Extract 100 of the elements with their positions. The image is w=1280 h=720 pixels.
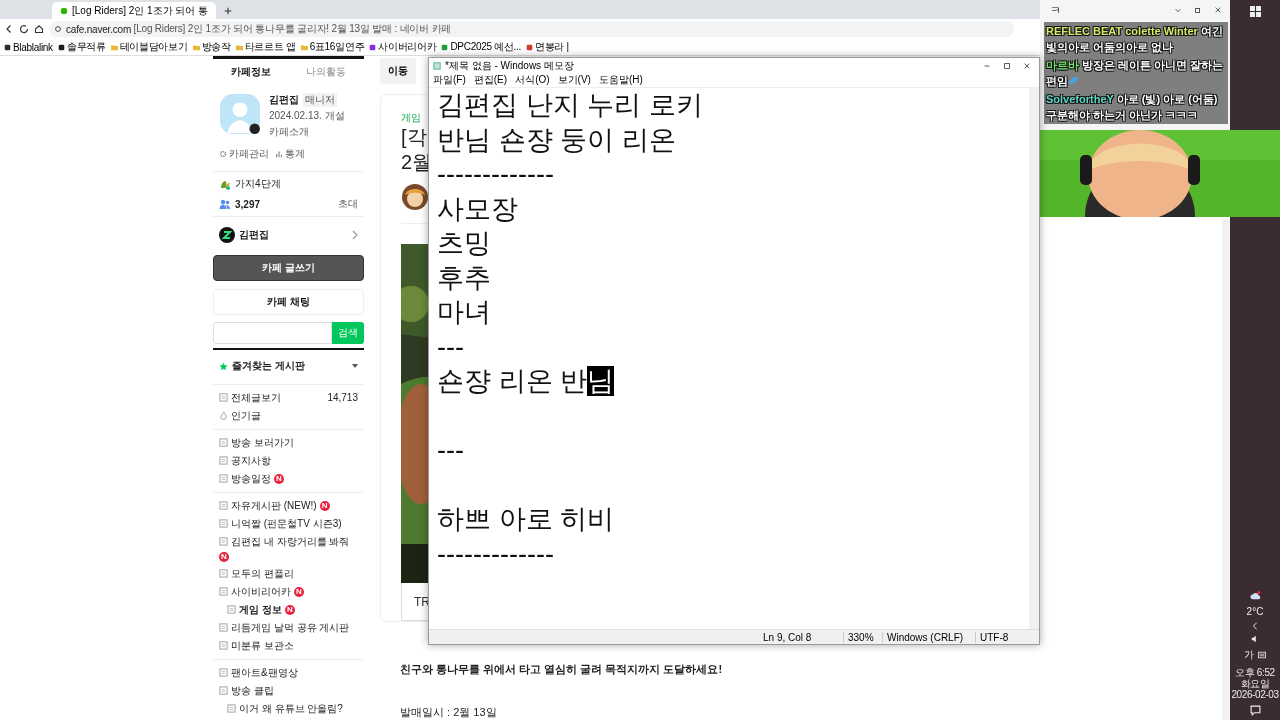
cursor-position: Ln 9, Col 8: [762, 631, 813, 643]
text-line: ---: [437, 434, 465, 467]
chat-message: SolveforthеY 아로 (빛) 아로 (어둠) 구분해야 하는거 아닌가 ㅋㅋㅋ: [1046, 92, 1219, 123]
new-tab-icon[interactable]: [224, 7, 233, 15]
menu-item[interactable]: 서식(O): [515, 73, 550, 87]
bookmark[interactable]: Blablalink: [4, 41, 53, 53]
text-line: -------------: [437, 158, 555, 191]
chevron-right-icon[interactable]: [352, 230, 358, 241]
reload-icon[interactable]: [19, 24, 29, 34]
board-link[interactable]: 모두의 편플리: [231, 568, 294, 581]
board-link[interactable]: 이거 왜 유튜브 안올림?: [239, 703, 343, 715]
board-link[interactable]: 방송일정: [231, 473, 271, 486]
bookmark[interactable]: 솔무적류: [57, 40, 106, 54]
menu-item[interactable]: 편집(E): [473, 73, 508, 87]
address-field[interactable]: cafe.naver.com [Log Riders] 2인 1조가 되어 통나무를 굴리자! 2월 13일 발매 : 네이버 카페: [49, 21, 1014, 37]
speaker-icon[interactable]: [1251, 635, 1259, 643]
board-link[interactable]: 방송 보러가기: [231, 437, 294, 450]
board-link[interactable]: 게임 정보: [239, 604, 282, 617]
bar-chart-icon: [275, 150, 283, 159]
cafe-intro-link[interactable]: 카페소개: [269, 125, 345, 140]
board-link[interactable]: 인기글: [231, 410, 261, 423]
browser-tab[interactable]: [Log Riders] 2인 1조가 되어 통: [52, 2, 217, 19]
menu-item[interactable]: 보기(V): [557, 73, 591, 87]
site-info-icon[interactable]: [54, 25, 62, 33]
move-button[interactable]: 이동: [380, 57, 416, 84]
board-link[interactable]: 김편집 내 자랑거리를 봐줘: [231, 536, 350, 549]
windows-logo-icon[interactable]: [1249, 6, 1261, 17]
text-line: 츠밍: [437, 227, 492, 260]
weather-cloud-icon[interactable]: [1249, 590, 1261, 601]
window-title: *제목 없음 - Windows 메모장: [445, 58, 574, 73]
temperature: 2°C: [1246, 606, 1264, 617]
back-icon[interactable]: [4, 24, 14, 34]
post-count: 14,713: [327, 392, 358, 405]
scrollbar[interactable]: [1029, 88, 1039, 629]
sprout-icon: [219, 178, 231, 191]
keyboard-icon[interactable]: [1258, 651, 1266, 659]
members-icon: [219, 198, 231, 211]
board-icon: [227, 704, 236, 713]
admin-link[interactable]: 카페관리: [219, 147, 269, 162]
bookmark[interactable]: 6표16일연주: [300, 40, 365, 54]
board-link[interactable]: 팬아트&팬영상: [231, 667, 298, 679]
cafe-chat-button[interactable]: 카페 채팅: [213, 289, 364, 315]
manager-name: 김편집: [269, 93, 299, 108]
text-line: 하쁘 아로 히비: [437, 503, 615, 536]
home-icon[interactable]: [34, 24, 44, 34]
bookmark[interactable]: 테이블담아보기: [110, 40, 188, 54]
leaf-icon: [60, 6, 68, 15]
text-line: -------------: [437, 537, 555, 571]
board-icon: [219, 668, 228, 677]
board-icon: [219, 587, 228, 597]
write-post-button[interactable]: 카페 글쓰기: [213, 255, 364, 281]
board-link[interactable]: 리듬게임 날먹 공유 게시판: [231, 622, 350, 635]
close-icon[interactable]: [1023, 61, 1031, 70]
scrollbar[interactable]: [1222, 219, 1230, 720]
board-icon: [219, 519, 228, 529]
board-icon: [219, 537, 228, 547]
ime-indicator[interactable]: 가: [1244, 648, 1254, 662]
admin-link[interactable]: 통계: [275, 147, 305, 162]
sidebar-tab[interactable]: 카페정보: [213, 65, 289, 80]
new-badge: N: [319, 501, 330, 512]
chevron-left-icon[interactable]: [1251, 622, 1259, 630]
restore-icon[interactable]: [1194, 6, 1202, 14]
folder-icon: [300, 43, 308, 51]
bookmark[interactable]: 면봉라 |: [526, 40, 569, 54]
star-icon: [219, 361, 228, 371]
bookmark[interactable]: 타르르트 앱: [235, 40, 296, 54]
board-link[interactable]: 자유게시판 (NEW!): [231, 500, 317, 513]
board-link[interactable]: 미분류 보관소: [231, 640, 294, 653]
folder-icon: [235, 43, 243, 51]
chat-message: REFLEC BEAT colette Winter 여긴 빛의아로 어둠의아로 없나: [1046, 24, 1224, 55]
maximize-icon[interactable]: [1003, 61, 1011, 70]
user-name[interactable]: 김편집: [239, 228, 269, 243]
caret-down-icon[interactable]: [352, 364, 358, 369]
folder-icon: [110, 43, 118, 51]
search-field[interactable]: [213, 321, 332, 345]
encoding: UTF-8: [975, 631, 1026, 643]
sidebar-tab[interactable]: 나의활동: [288, 65, 364, 80]
board-icon: [219, 641, 228, 651]
board-icon: [227, 605, 236, 615]
bookmark[interactable]: 방송작: [192, 40, 231, 54]
clock[interactable]: 오후 6:52 화요일 2026-02-03: [1231, 667, 1279, 700]
text-line: 숀쟝 리온 반님: [437, 365, 616, 398]
board-link[interactable]: 방송 클립: [231, 685, 274, 697]
board-link[interactable]: 공지사항: [231, 455, 271, 468]
menu-item[interactable]: 도움말(H): [598, 73, 643, 87]
invite-link[interactable]: 초대: [338, 197, 358, 212]
bookmark[interactable]: 사이버리어카: [369, 40, 437, 54]
board-link[interactable]: 전체글보기: [231, 392, 281, 405]
avatar-icon: [219, 93, 261, 136]
board-link[interactable]: 사이비리어카: [231, 586, 291, 599]
bookmark[interactable]: DPC2025 예선...: [441, 40, 521, 54]
board-icon: [219, 569, 228, 579]
text-line: 반님 숀쟝 둥이 리온: [437, 123, 677, 157]
text-line: ---: [437, 330, 465, 364]
notification-icon[interactable]: [1249, 705, 1261, 716]
close-icon[interactable]: [1214, 6, 1222, 14]
chat-message: 마르바 방장은 레이튼 아니면 잘하는 편임: [1046, 58, 1225, 89]
board-link[interactable]: 니억짤 (펀문철TV 시즌3): [231, 518, 342, 531]
menu-item[interactable]: 파일(F): [433, 73, 466, 87]
founded-date: 2024.02.13. 개설: [269, 109, 345, 124]
